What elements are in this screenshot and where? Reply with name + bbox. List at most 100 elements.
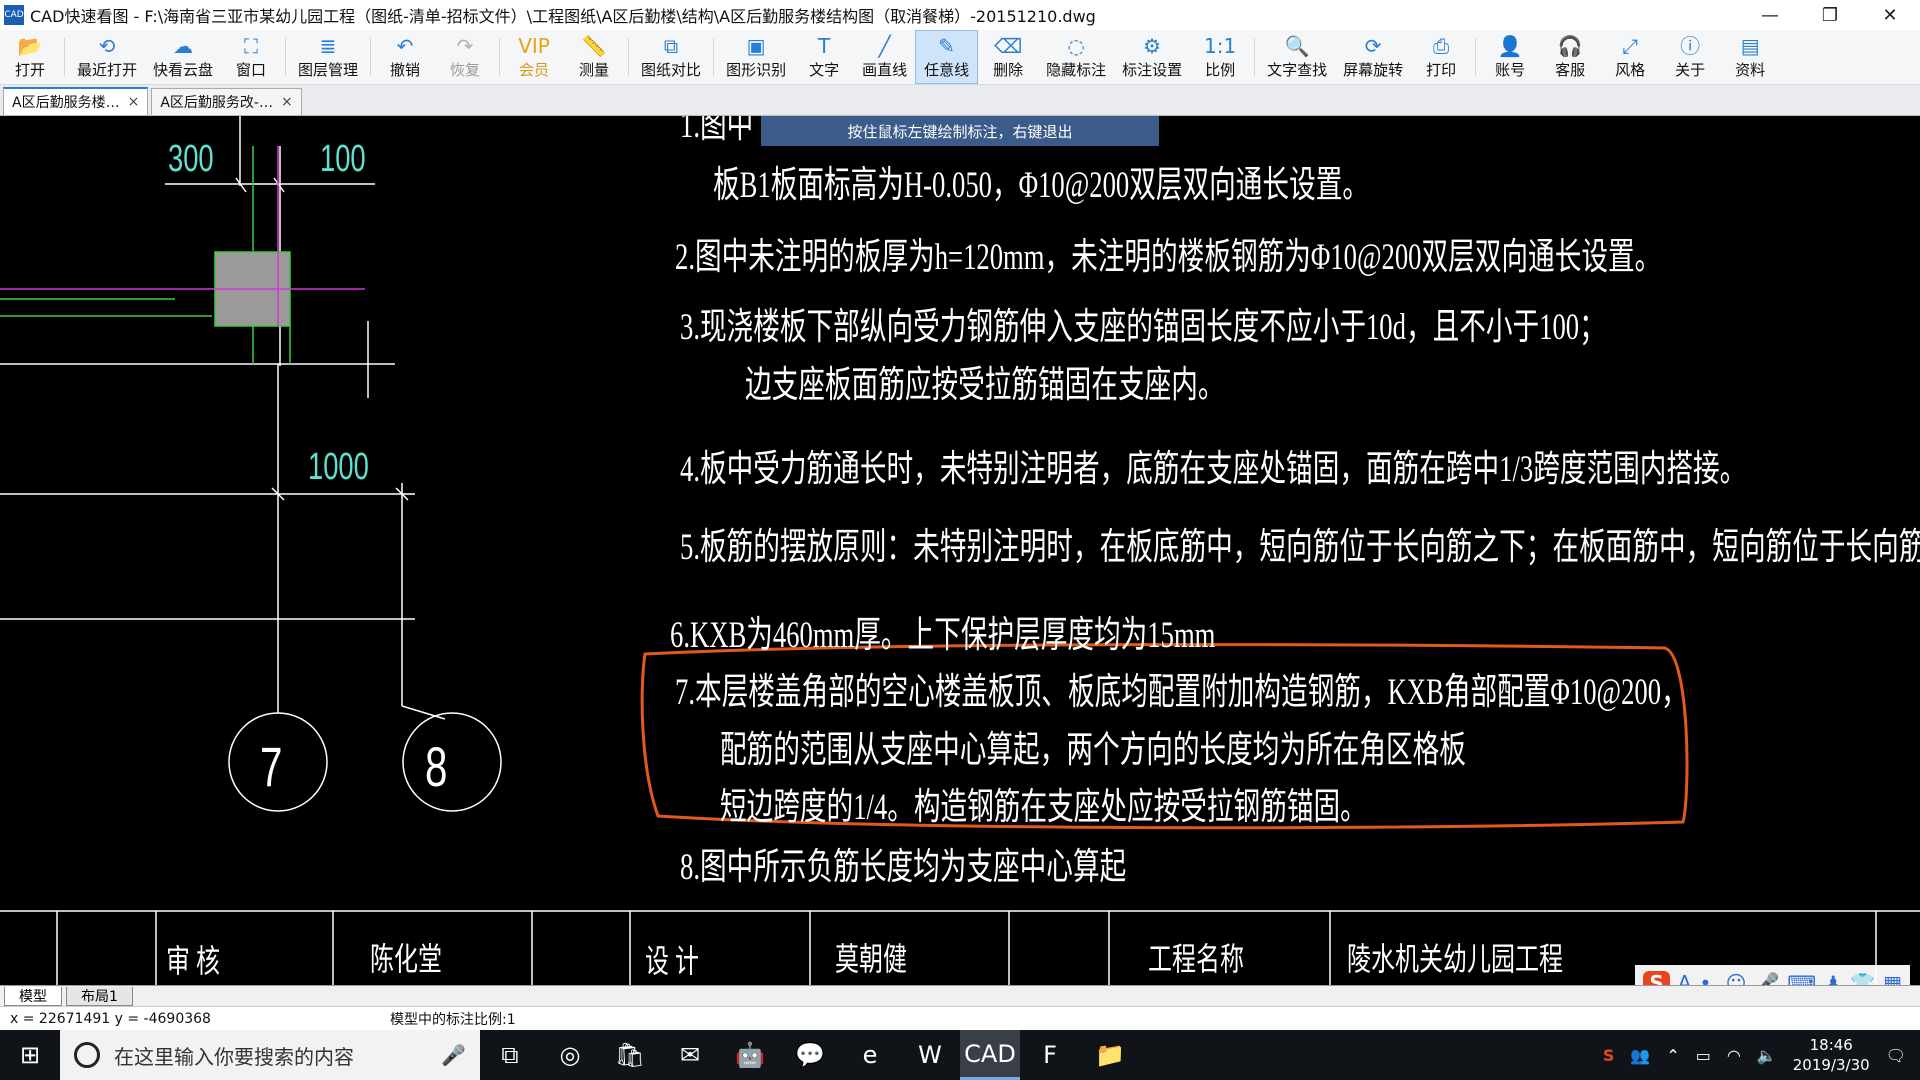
annotation-scale: 模型中的标注比例:1 (390, 1012, 516, 1028)
battery-icon[interactable]: ▭ (1696, 1046, 1711, 1065)
mic-icon[interactable]: 🎤 (441, 1043, 466, 1067)
sogou-tray-icon[interactable]: S (1603, 1046, 1615, 1065)
file-explorer-taskbar-icon[interactable]: 📁 (1080, 1030, 1140, 1080)
doc-tab-2[interactable]: A区后勤服务改-… × (151, 88, 302, 115)
axis-label-7: 7 (260, 735, 283, 798)
close-tab-icon[interactable]: × (281, 94, 293, 110)
toolbar-button-24[interactable]: ⓘ 关于 (1660, 30, 1720, 84)
toolbar-separator (628, 38, 630, 76)
toolbar-button-11[interactable]: T 文字 (794, 30, 854, 84)
toolbar-label: 资料 (1735, 60, 1766, 79)
toolbar-icon: VIP (518, 33, 550, 58)
close-tab-icon[interactable]: × (128, 94, 140, 110)
doc-tab-1[interactable]: A区后勤服务楼… × (3, 87, 149, 115)
toolbar-separator (1254, 38, 1256, 76)
toolbar-icon: T (817, 33, 831, 58)
toolbar-label: 比例 (1205, 60, 1236, 79)
drawing-canvas[interactable]: 按住鼠标左键绘制标注，右键退出 300 100 1000 7 8 1.图中 板B… (0, 116, 1920, 985)
people-icon[interactable]: 👥 (1630, 1046, 1650, 1065)
word-taskbar-icon[interactable]: W (900, 1030, 960, 1080)
toolbar-icon: ↷ (456, 33, 474, 58)
note-3: 3.现浇楼板下部纵向受力钢筋伸入支座的锚固长度不应小于10d，且不小于100； (680, 307, 1606, 348)
android-app-taskbar-icon[interactable]: 🤖 (720, 1030, 780, 1080)
status-bar: x = 22671491 y = -4690368 模型中的标注比例:1 (0, 1006, 1920, 1031)
mail-taskbar-icon[interactable]: ✉ (660, 1030, 720, 1080)
toolbar-button-23[interactable]: ⤢ 风格 (1600, 30, 1660, 84)
toolbar-label: 文字 (809, 60, 840, 79)
title-project-label: 工程名称 (1148, 941, 1245, 977)
minimize-button[interactable]: — (1740, 0, 1800, 30)
chevron-up-icon[interactable]: ⌃ (1666, 1046, 1679, 1065)
task-view-taskbar-icon[interactable]: ⧉ (480, 1030, 540, 1080)
title-project-name: 陵水机关幼儿园工程 (1347, 941, 1564, 977)
tab-layout-1[interactable]: 布局1 (66, 986, 133, 1006)
toolbar-label: 会员 (519, 60, 550, 79)
toolbar-button-20[interactable]: ⎙ 打印 (1411, 30, 1471, 84)
toolbar-button-8[interactable]: 📏 测量 (564, 30, 624, 84)
cad-viewer-taskbar-icon[interactable]: CAD (960, 1030, 1020, 1080)
tab-model[interactable]: 模型 (4, 986, 62, 1006)
toolbar-button-18[interactable]: 🔍 文字查找 (1259, 30, 1335, 84)
start-button[interactable]: ⊞ (0, 1030, 60, 1080)
toolbar-button-15[interactable]: ◌ 隐藏标注 (1038, 30, 1114, 84)
doc-tab-label: A区后勤服务改-… (160, 95, 273, 111)
toolbar-button-0[interactable]: 📂 打开 (0, 30, 60, 84)
toolbar-label: 风格 (1615, 60, 1646, 79)
toolbar-label: 屏幕旋转 (1343, 60, 1404, 79)
taskbar-search[interactable]: 在这里输入你要搜索的内容 🎤 (60, 1030, 480, 1080)
toolbar-label: 窗口 (236, 60, 267, 79)
toolbar-label: 客服 (1555, 60, 1586, 79)
toolbar-button-16[interactable]: ⚙ 标注设置 (1114, 30, 1190, 84)
green-app-taskbar-icon[interactable]: F (1020, 1030, 1080, 1080)
edge-taskbar-icon[interactable]: e (840, 1030, 900, 1080)
toolbar-button-12[interactable]: ╱ 画直线 (854, 30, 915, 84)
wifi-icon[interactable]: ◠ (1727, 1046, 1741, 1065)
title-designer: 莫朝健 (835, 941, 908, 977)
toolbar-button-6[interactable]: ↷ 恢复 (435, 30, 495, 84)
close-button[interactable]: ✕ (1860, 0, 1920, 30)
toolbar-label: 隐藏标注 (1046, 60, 1107, 79)
toolbar-label: 打开 (14, 60, 45, 79)
toolbar-icon: ⌫ (993, 33, 1023, 58)
axis-label-8: 8 (425, 735, 448, 798)
toolbar-label: 文字查找 (1267, 60, 1328, 79)
toolbar-button-21[interactable]: 👤 账号 (1480, 30, 1540, 84)
toolbar-label: 最近打开 (77, 60, 138, 79)
toolbar-button-3[interactable]: ⛶ 窗口 (221, 30, 281, 84)
title-design-label: 设 计 (645, 943, 700, 979)
notification-icon[interactable]: 🗨 (1886, 1046, 1906, 1065)
toolbar-button-17[interactable]: 1:1 比例 (1190, 30, 1250, 84)
toolbar-button-25[interactable]: ▤ 资料 (1720, 30, 1780, 84)
toolbar-button-13[interactable]: ✎ 任意线 (915, 30, 979, 84)
toolbar-icon: 🎧 (1557, 33, 1583, 58)
doc-tab-label: A区后勤服务楼… (12, 95, 120, 111)
toolbar-icon: 1:1 (1204, 33, 1237, 58)
document-tabbar: A区后勤服务楼… × A区后勤服务改-… × (0, 85, 1920, 116)
toolbar-icon: ⚙ (1143, 33, 1162, 58)
toolbar-icon: 👤 (1497, 33, 1523, 58)
toolbar-button-22[interactable]: 🎧 客服 (1540, 30, 1600, 84)
toolbar-icon: ╱ (878, 33, 891, 58)
restore-button[interactable]: ❐ (1800, 0, 1860, 30)
window-titlebar: CAD CAD快速看图 - F:\海南省三亚市某幼儿园工程（图纸-清单-招标文件… (0, 0, 1920, 31)
toolbar-icon: ⟳ (1364, 33, 1382, 58)
cursor-coordinates: x = 22671491 y = -4690368 (10, 1011, 211, 1027)
toolbar-icon: 🔍 (1284, 33, 1310, 58)
browser-360-taskbar-icon[interactable]: ◎ (540, 1030, 600, 1080)
toolbar-button-7[interactable]: VIP 会员 (504, 30, 564, 84)
toolbar-icon: ↶ (396, 33, 414, 58)
toolbar-button-5[interactable]: ↶ 撤销 (375, 30, 435, 84)
clock[interactable]: 18:46 2019/3/30 (1793, 1035, 1870, 1075)
toolbar-button-1[interactable]: ⟲ 最近打开 (69, 30, 145, 84)
toolbar-button-9[interactable]: ⧉ 图纸对比 (633, 30, 709, 84)
toolbar-button-14[interactable]: ⌫ 删除 (978, 30, 1038, 84)
volume-icon[interactable]: 🔈 (1757, 1046, 1777, 1065)
toolbar-button-19[interactable]: ⟳ 屏幕旋转 (1335, 30, 1411, 84)
toolbar-button-2[interactable]: ☁ 快看云盘 (145, 30, 221, 84)
toolbar-icon: ✎ (938, 33, 955, 58)
toolbar-button-4[interactable]: ≣ 图层管理 (290, 30, 366, 84)
wechat-taskbar-icon[interactable]: 💬 (780, 1030, 840, 1080)
store-taskbar-icon[interactable]: 🛍 (600, 1030, 660, 1080)
toolbar-button-10[interactable]: ▣ 图形识别 (718, 30, 794, 84)
toolbar-separator (499, 38, 501, 76)
